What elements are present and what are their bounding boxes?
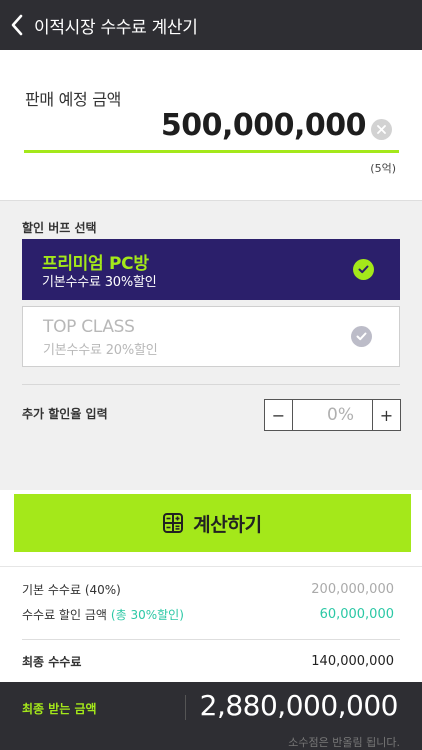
check-icon [353, 259, 374, 280]
buff-option-desc: 기본수수료 20%할인 [43, 343, 158, 358]
rounding-note: 소수점은 반올림 됩니다. [288, 736, 400, 749]
app-header: 이적시장 수수료 계산기 [0, 0, 422, 50]
result-row-final-fee: 최종 수수료 140,000,000 [22, 653, 394, 670]
amount-input[interactable]: 500,000,000 [161, 108, 367, 143]
page-title: 이적시장 수수료 계산기 [34, 17, 198, 38]
amount-section: 판매 예정 금액 500,000,000 (5억) [0, 50, 422, 200]
final-amount-label: 최종 받는 금액 [22, 702, 97, 716]
final-amount-value: 2,880,000,000 [199, 689, 399, 722]
clear-amount-button[interactable] [371, 119, 392, 140]
discount-amount-value: 60,000,000 [319, 607, 394, 622]
final-fee-label: 최종 수수료 [22, 655, 82, 669]
buff-option-name: TOP CLASS [43, 317, 135, 337]
amount-underline [24, 150, 399, 153]
base-fee-value: 200,000,000 [311, 582, 394, 597]
decrement-button[interactable]: − [265, 400, 293, 430]
buff-option-premium-pc[interactable]: 프리미엄 PC방 기본수수료 30%할인 [22, 239, 400, 300]
divider [22, 639, 400, 640]
final-fee-value: 140,000,000 [311, 654, 394, 669]
extra-discount-label: 추가 할인율 입력 [22, 407, 108, 421]
buff-section: 할인 버프 선택 프리미엄 PC방 기본수수료 30%할인 TOP CLASS … [0, 200, 422, 490]
result-row-discount: 수수료 할인 금액 (총 30%할인) 60,000,000 [22, 606, 394, 623]
final-amount-bar: 최종 받는 금액 2,880,000,000 [0, 682, 422, 732]
base-fee-label: 기본 수수료 (40%) [22, 583, 121, 597]
increment-button[interactable]: + [372, 400, 400, 430]
calculator-icon [163, 513, 184, 533]
check-icon [351, 326, 372, 347]
footer-separator [185, 695, 186, 720]
discount-stepper: − 0% + [264, 399, 401, 431]
amount-label: 판매 예정 금액 [25, 90, 122, 109]
chevron-left-icon [11, 14, 23, 36]
result-row-base-fee: 기본 수수료 (40%) 200,000,000 [22, 581, 394, 598]
back-button[interactable] [0, 0, 34, 50]
calculate-button[interactable]: 계산하기 [14, 494, 411, 552]
result-section: 기본 수수료 (40%) 200,000,000 수수료 할인 금액 (총 30%… [0, 566, 422, 682]
calculate-button-label: 계산하기 [193, 513, 262, 536]
divider [22, 384, 400, 385]
discount-amount-label: 수수료 할인 금액 [22, 608, 107, 622]
buff-section-title: 할인 버프 선택 [22, 221, 97, 235]
close-icon [377, 125, 386, 134]
rounding-note-bar: 소수점은 반올림 됩니다. [0, 732, 422, 750]
discount-input[interactable]: 0% [293, 400, 372, 430]
buff-option-top-class[interactable]: TOP CLASS 기본수수료 20%할인 [22, 306, 400, 367]
buff-option-desc: 기본수수료 30%할인 [42, 275, 157, 290]
discount-total-note: (총 30%할인) [110, 608, 184, 622]
amount-hint: (5억) [370, 162, 396, 175]
